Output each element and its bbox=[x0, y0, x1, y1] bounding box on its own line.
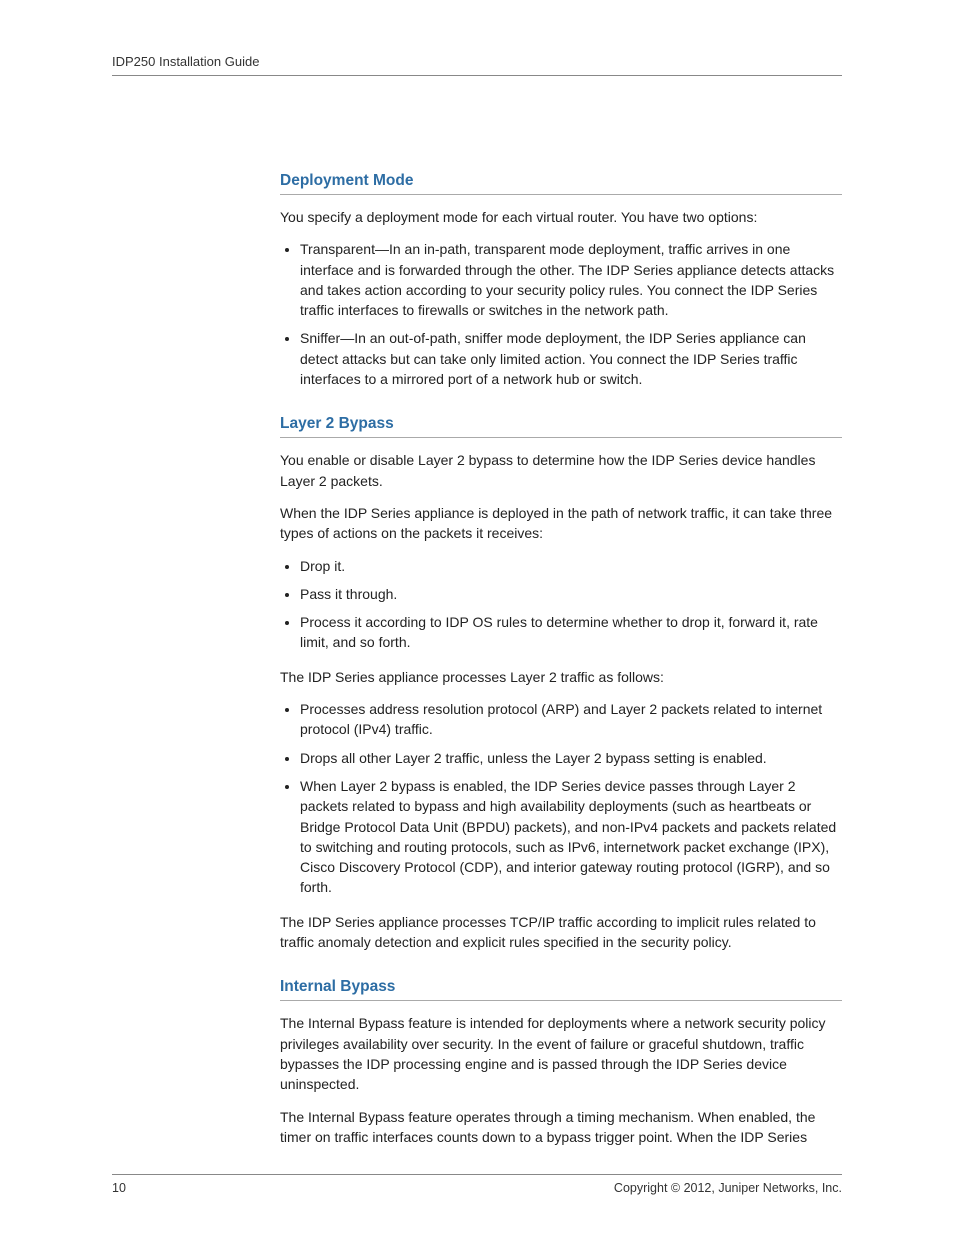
section-heading-layer2-bypass: Layer 2 Bypass bbox=[280, 415, 842, 438]
running-header: IDP250 Installation Guide bbox=[112, 54, 842, 76]
section-internal-bypass: Internal Bypass The Internal Bypass feat… bbox=[280, 978, 842, 1147]
main-content: Deployment Mode You specify a deployment… bbox=[280, 172, 842, 1147]
page: IDP250 Installation Guide Deployment Mod… bbox=[0, 0, 954, 1235]
section-heading-deployment-mode: Deployment Mode bbox=[280, 172, 842, 195]
bullet-list: Processes address resolution protocol (A… bbox=[280, 699, 842, 898]
paragraph: The Internal Bypass feature is intended … bbox=[280, 1013, 842, 1094]
section-heading-internal-bypass: Internal Bypass bbox=[280, 978, 842, 1001]
paragraph: You enable or disable Layer 2 bypass to … bbox=[280, 450, 842, 491]
bullet-list: Transparent—In an in-path, transparent m… bbox=[280, 239, 842, 389]
section-deployment-mode: Deployment Mode You specify a deployment… bbox=[280, 172, 842, 389]
copyright-text: Copyright © 2012, Juniper Networks, Inc. bbox=[614, 1181, 842, 1195]
list-item: When Layer 2 bypass is enabled, the IDP … bbox=[300, 776, 842, 898]
paragraph: You specify a deployment mode for each v… bbox=[280, 207, 842, 227]
paragraph: The IDP Series appliance processes Layer… bbox=[280, 667, 842, 687]
paragraph: The IDP Series appliance processes TCP/I… bbox=[280, 912, 842, 953]
list-item: Drop it. bbox=[300, 556, 842, 576]
page-footer: 10 Copyright © 2012, Juniper Networks, I… bbox=[112, 1174, 842, 1195]
section-layer2-bypass: Layer 2 Bypass You enable or disable Lay… bbox=[280, 415, 842, 952]
list-item: Sniffer—In an out-of-path, sniffer mode … bbox=[300, 328, 842, 389]
list-item: Transparent—In an in-path, transparent m… bbox=[300, 239, 842, 320]
list-item: Drops all other Layer 2 traffic, unless … bbox=[300, 748, 842, 768]
list-item: Processes address resolution protocol (A… bbox=[300, 699, 842, 740]
bullet-list: Drop it. Pass it through. Process it acc… bbox=[280, 556, 842, 653]
list-item: Pass it through. bbox=[300, 584, 842, 604]
page-number: 10 bbox=[112, 1181, 126, 1195]
paragraph: The Internal Bypass feature operates thr… bbox=[280, 1107, 842, 1148]
list-item: Process it according to IDP OS rules to … bbox=[300, 612, 842, 653]
paragraph: When the IDP Series appliance is deploye… bbox=[280, 503, 842, 544]
